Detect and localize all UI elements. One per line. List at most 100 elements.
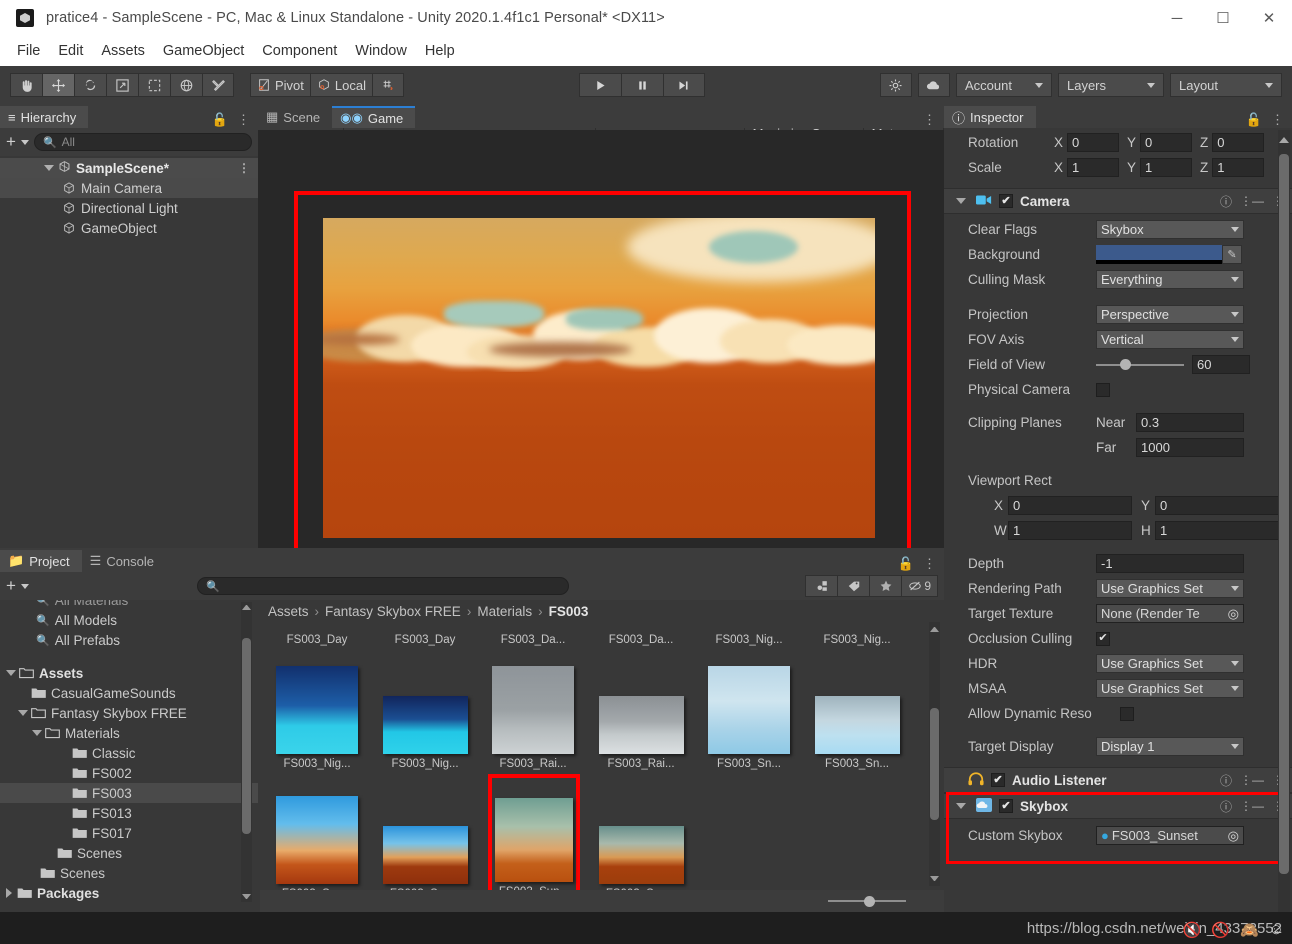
asset-cell[interactable]: FS003_Da... xyxy=(588,630,694,646)
tree-row-scenes-inner[interactable]: Scenes xyxy=(0,843,258,863)
tree-row-fs017[interactable]: FS017 xyxy=(0,823,258,843)
project-tree[interactable]: 🔍 All Materials 🔍 All Models 🔍 All Prefa… xyxy=(0,600,258,912)
projection-dropdown[interactable]: Perspective xyxy=(1096,305,1244,324)
skybox-enabled-checkbox[interactable] xyxy=(999,799,1013,813)
allow-dynamic-resolution-checkbox[interactable] xyxy=(1120,706,1134,721)
maximize-button[interactable]: ☐ xyxy=(1200,0,1246,36)
near-field[interactable]: 0.3 xyxy=(1136,413,1244,432)
camera-enabled-checkbox[interactable] xyxy=(999,194,1013,208)
culling-mask-dropdown[interactable]: Everything xyxy=(1096,270,1244,289)
tab-hierarchy[interactable]: ≡ Hierarchy xyxy=(0,106,89,128)
game-render-canvas[interactable] xyxy=(258,130,944,566)
tree-row-assets[interactable]: Assets xyxy=(0,663,258,683)
breadcrumb-assets[interactable]: Assets xyxy=(268,604,309,619)
tree-row-classic[interactable]: Classic xyxy=(0,743,258,763)
menu-item-file[interactable]: File xyxy=(8,40,49,62)
layers-dropdown[interactable]: Layers xyxy=(1057,73,1164,97)
asset-thumbnail[interactable] xyxy=(598,826,684,884)
target-display-dropdown[interactable]: Display 1 xyxy=(1096,737,1244,756)
lock-icon[interactable]: 🔓 xyxy=(1246,112,1262,128)
viewport-h-field[interactable]: 1 xyxy=(1155,521,1279,540)
collab-settings-icon[interactable] xyxy=(879,73,912,97)
far-field[interactable]: 1000 xyxy=(1136,438,1244,457)
asset-thumbnail[interactable] xyxy=(598,696,684,754)
background-color-swatch[interactable] xyxy=(1096,245,1222,264)
eyedropper-icon[interactable]: ✎ xyxy=(1222,245,1242,264)
rotation-x-field[interactable]: 0 xyxy=(1067,133,1120,152)
asset-cell[interactable]: FS003_Sun... xyxy=(264,780,370,900)
preset-icon[interactable]: ⋮— xyxy=(1240,799,1264,813)
tree-row-all-materials[interactable]: 🔍 All Materials xyxy=(0,600,258,610)
tree-row-materials[interactable]: Materials xyxy=(0,723,258,743)
asset-thumbnail[interactable] xyxy=(276,796,358,884)
viewport-w-field[interactable]: 1 xyxy=(1008,521,1132,540)
viewport-y-field[interactable]: 0 xyxy=(1155,496,1279,515)
audio-listener-enabled-checkbox[interactable] xyxy=(991,773,1005,787)
audio-listener-component-header[interactable]: Audio Listener ⓘ ⋮— ⋮ xyxy=(944,767,1292,793)
tree-row-fs013[interactable]: FS013 xyxy=(0,803,258,823)
project-tree-scrollbar[interactable] xyxy=(241,602,252,902)
asset-cell[interactable]: FS003_Nig... xyxy=(804,630,910,646)
asset-grid[interactable]: FS003_Day FS003_Day FS003_Da... FS003_Da… xyxy=(260,622,944,912)
physical-camera-checkbox[interactable] xyxy=(1096,382,1110,397)
camera-component-header[interactable]: Camera ⓘ ⋮— ⋮ xyxy=(944,188,1292,214)
tab-game[interactable]: ◉◉ Game xyxy=(332,106,416,128)
target-texture-field[interactable]: None (Render Te ◎ xyxy=(1096,604,1244,623)
tree-row-fs002[interactable]: FS002 xyxy=(0,763,258,783)
asset-thumbnail[interactable] xyxy=(382,826,468,884)
clear-flags-dropdown[interactable]: Skybox xyxy=(1096,220,1244,239)
skybox-component-header[interactable]: Skybox ⓘ ⋮— ⋮ xyxy=(944,793,1292,819)
scale-y-field[interactable]: 1 xyxy=(1140,158,1193,177)
layout-dropdown[interactable]: Layout xyxy=(1169,73,1282,97)
asset-cell[interactable]: FS003_Day xyxy=(372,630,478,646)
breadcrumb-materials[interactable]: Materials xyxy=(477,604,532,619)
preset-icon[interactable]: ⋮— xyxy=(1240,773,1264,787)
tree-row-fs003[interactable]: FS003 xyxy=(0,783,258,803)
asset-cell[interactable]: FS003_Sun... xyxy=(588,780,694,900)
asset-cell-selected[interactable]: FS003_Sun... xyxy=(488,774,580,902)
asset-thumbnail[interactable] xyxy=(708,666,790,754)
play-button[interactable] xyxy=(578,73,621,97)
asset-cell[interactable]: FS003_Nig... xyxy=(264,654,370,770)
asset-cell[interactable]: FS003_Nig... xyxy=(372,654,478,770)
rotate-tool-icon[interactable] xyxy=(74,73,106,97)
asset-zoom-track[interactable] xyxy=(828,892,906,911)
rotation-y-field[interactable]: 0 xyxy=(1140,133,1193,152)
breadcrumb-fantasy-skybox-free[interactable]: Fantasy Skybox FREE xyxy=(325,604,461,619)
custom-tool-icon[interactable] xyxy=(202,73,234,97)
scale-x-field[interactable]: 1 xyxy=(1067,158,1120,177)
fov-slider[interactable] xyxy=(1096,355,1184,374)
step-button[interactable] xyxy=(662,73,705,97)
tab-scene[interactable]: ▦ Scene xyxy=(258,106,333,128)
help-icon[interactable]: ⓘ xyxy=(1220,772,1232,789)
scale-z-field[interactable]: 1 xyxy=(1212,158,1265,177)
asset-cell[interactable]: FS003_Rai... xyxy=(588,654,694,770)
help-icon[interactable]: ⓘ xyxy=(1220,798,1232,815)
menu-item-edit[interactable]: Edit xyxy=(49,40,92,62)
grid-snap-icon[interactable] xyxy=(371,73,404,97)
kebab-menu-icon[interactable]: ⋮ xyxy=(1271,112,1284,128)
transform-tool-icon[interactable] xyxy=(170,73,202,97)
filter-by-label-icon[interactable] xyxy=(837,575,870,597)
asset-zoom-slider[interactable] xyxy=(260,890,944,912)
asset-thumbnail[interactable] xyxy=(276,666,358,754)
breadcrumb-fs003[interactable]: FS003 xyxy=(549,604,589,619)
asset-thumbnail[interactable] xyxy=(814,696,900,754)
asset-cell[interactable]: FS003_Sn... xyxy=(804,654,910,770)
tab-console[interactable]: ☰ Console xyxy=(81,550,167,572)
mute-icon[interactable]: 🔇 xyxy=(1183,921,1202,939)
hidden-packages-count[interactable]: 9 xyxy=(901,575,938,597)
filter-by-type-icon[interactable] xyxy=(805,575,838,597)
scale-tool-icon[interactable] xyxy=(106,73,138,97)
tree-row-scenes[interactable]: Scenes xyxy=(0,863,258,883)
menu-item-gameobject[interactable]: GameObject xyxy=(154,40,253,62)
object-picker-icon[interactable]: ◎ xyxy=(1228,828,1239,844)
asset-cell[interactable]: FS003_Da... xyxy=(480,630,586,646)
kebab-menu-icon[interactable]: ⋮ xyxy=(237,112,250,128)
kebab-menu-icon[interactable]: ⋮ xyxy=(923,556,936,572)
hierarchy-item-main-camera[interactable]: Main Camera xyxy=(0,178,258,198)
scene-kebab-icon[interactable]: ⋮ xyxy=(238,161,258,175)
asset-thumbnail[interactable] xyxy=(492,666,574,754)
menu-item-window[interactable]: Window xyxy=(346,40,416,62)
tree-row-casualgamesounds[interactable]: CasualGameSounds xyxy=(0,683,258,703)
